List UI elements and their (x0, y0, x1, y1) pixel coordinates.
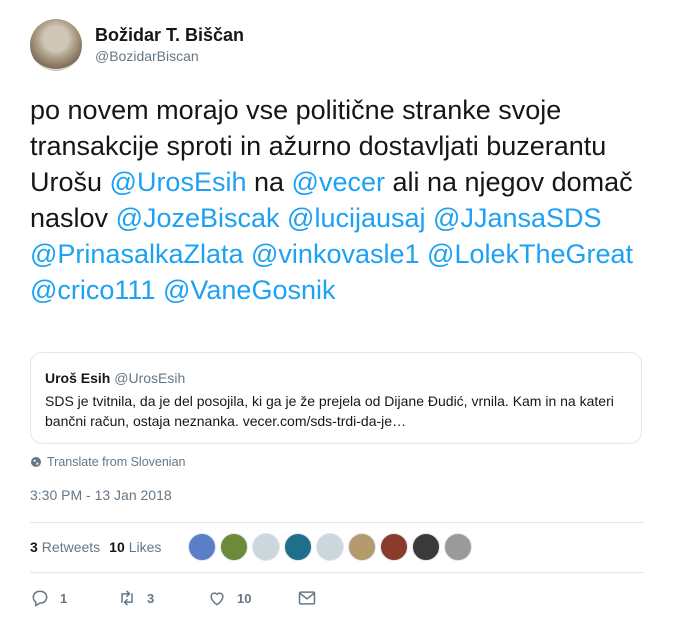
likes-count: 10 (109, 539, 125, 555)
likes-stat[interactable]: 10 Likes (109, 539, 161, 555)
mention-link[interactable]: @LolekTheGreat (427, 239, 633, 269)
translate-label: Translate from Slovenian (47, 455, 186, 469)
retweet-count: 3 (147, 590, 155, 606)
liker-avatars (188, 533, 476, 561)
quoted-author-name: Uroš Esih (45, 370, 111, 386)
liker-avatar-6[interactable] (348, 533, 377, 561)
liker-avatar-7[interactable] (380, 533, 409, 561)
likes-label: Likes (128, 539, 162, 555)
liker-avatar-5[interactable] (316, 533, 345, 561)
retweets-label: Retweets (41, 539, 101, 555)
liker-avatar-1[interactable] (188, 533, 217, 561)
quoted-tweet-header: Uroš Esih @UrosEsih (45, 369, 627, 387)
liker-avatar-2[interactable] (220, 533, 249, 561)
mention-link[interactable]: @VaneGosnik (163, 275, 336, 305)
divider (30, 572, 644, 573)
like-button[interactable]: 10 (207, 588, 297, 608)
quoted-tweet-text: SDS je tvitnila, da je del posojila, ki … (45, 393, 614, 429)
tweet-text-segment (420, 239, 428, 269)
tweet-timestamp[interactable]: 3:30 PM - 13 Jan 2018 (30, 487, 172, 503)
author-display-name[interactable]: Božidar T. Biščan (95, 24, 244, 46)
retweet-icon (121, 590, 133, 606)
retweets-count: 3 (30, 539, 38, 555)
reply-icon (32, 590, 48, 607)
like-count: 10 (237, 590, 252, 606)
tweet-header: Božidar T. Biščan @BozidarBiscan (30, 16, 244, 74)
liker-avatar-8[interactable] (412, 533, 441, 561)
reply-button[interactable]: 1 (30, 588, 117, 608)
divider (30, 522, 644, 523)
tweet-text-segment (426, 203, 434, 233)
author-avatar[interactable] (30, 19, 82, 71)
tweet-text-segment (280, 203, 288, 233)
liker-avatar-4[interactable] (284, 533, 313, 561)
mention-link[interactable]: @vinkovasle1 (251, 239, 420, 269)
quoted-author-handle: @UrosEsih (114, 370, 186, 386)
mention-link[interactable]: @PrinasalkaZlata (30, 239, 244, 269)
mention-link[interactable]: @vecer (292, 167, 385, 197)
tweet-text: po novem morajo vse politične stranke sv… (30, 92, 660, 308)
globe-icon (31, 457, 41, 467)
tweet-stats: 3 Retweets 10 Likes (30, 532, 476, 562)
retweets-stat[interactable]: 3 Retweets (30, 539, 100, 555)
tweet-text-segment (244, 239, 252, 269)
reply-count: 1 (60, 590, 68, 606)
author-handle[interactable]: @BozidarBiscan (95, 46, 244, 66)
tweet-text-segment (155, 275, 163, 305)
retweet-button[interactable]: 3 (117, 588, 207, 608)
mention-link[interactable]: @lucijausaj (287, 203, 425, 233)
author-names: Božidar T. Biščan @BozidarBiscan (95, 24, 244, 66)
heart-icon (210, 592, 224, 606)
quoted-tweet[interactable]: Uroš Esih @UrosEsih SDS je tvitnila, da … (30, 352, 642, 444)
mention-link[interactable]: @JJansaSDS (433, 203, 601, 233)
envelope-icon (298, 591, 316, 605)
translate-link[interactable]: Translate from Slovenian (30, 455, 186, 469)
tweet-actions: 1 3 10 (30, 588, 327, 608)
direct-message-button[interactable] (297, 588, 327, 608)
mention-link[interactable]: @JozeBiscak (116, 203, 280, 233)
tweet-text-segment: na (246, 167, 292, 197)
liker-avatar-3[interactable] (252, 533, 281, 561)
mention-link[interactable]: @crico111 (30, 275, 155, 305)
liker-avatar-9[interactable] (444, 533, 473, 561)
mention-link[interactable]: @UrosEsih (110, 167, 247, 197)
